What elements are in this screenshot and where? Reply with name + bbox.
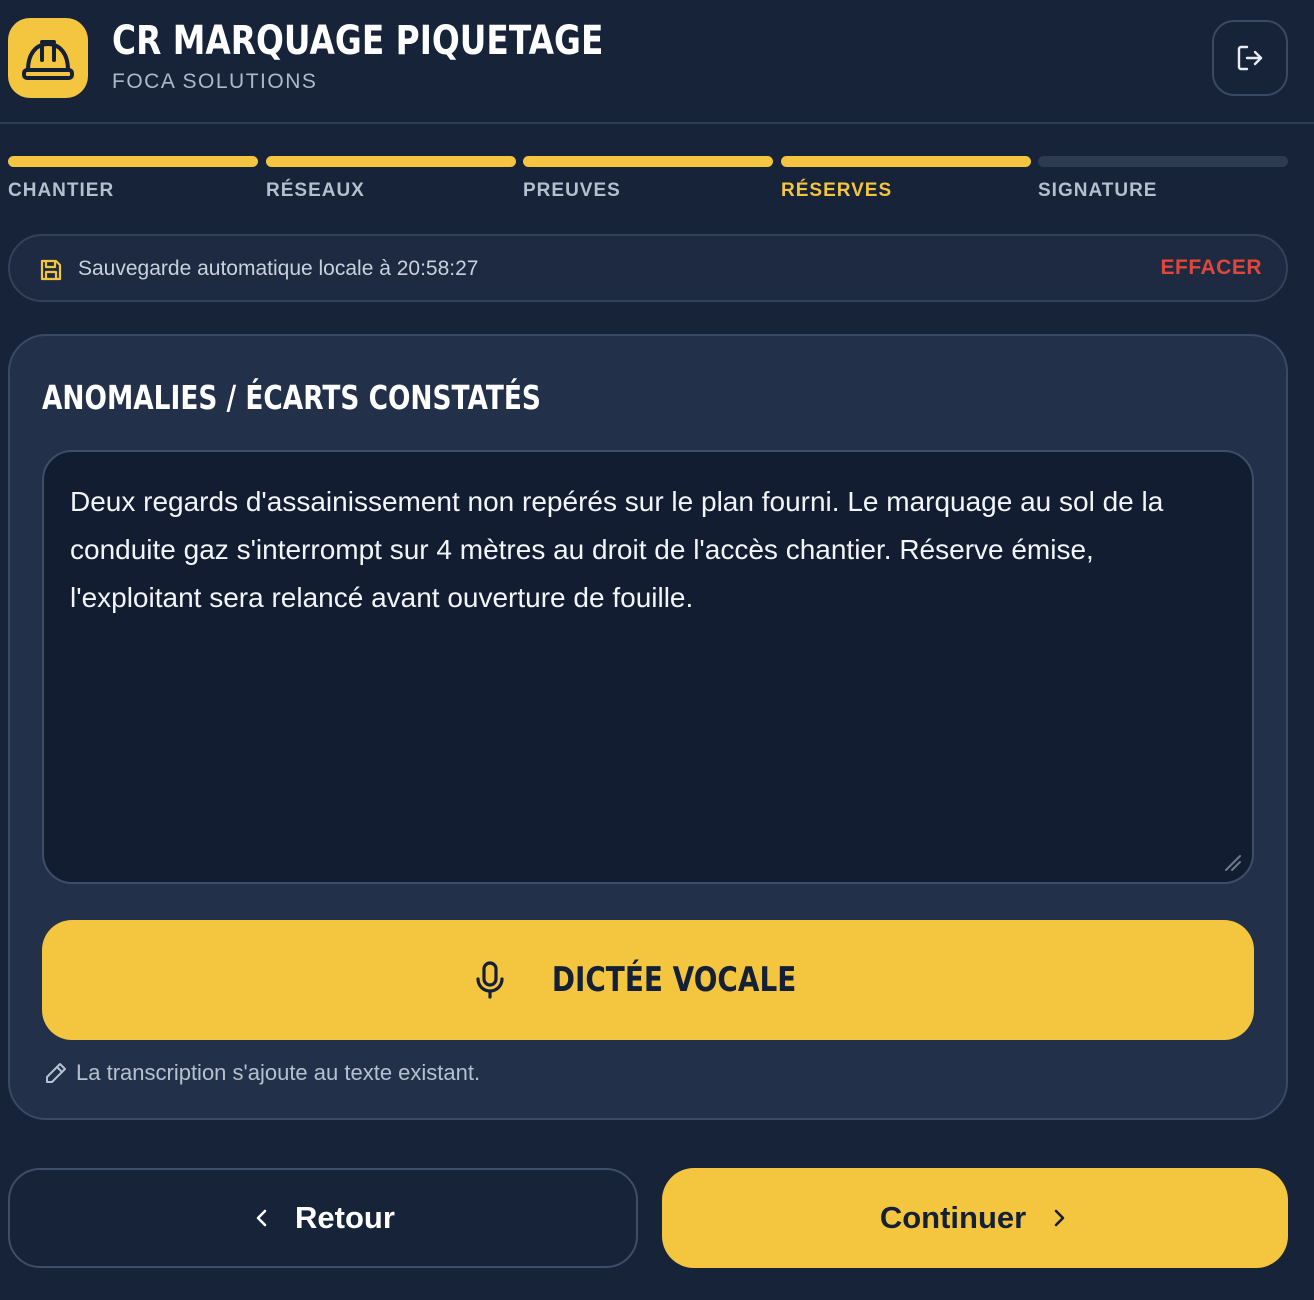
- step-label: CHANTIER: [8, 180, 115, 201]
- continue-button-label: Continuer: [879, 1200, 1027, 1235]
- transcription-hint-text: La transcription s'ajoute au texte exist…: [76, 1060, 481, 1085]
- app-subtitle: FOCA SOLUTIONS: [112, 70, 318, 93]
- section-title: ANOMALIES / ÉCARTS CONSTATÉS: [42, 378, 541, 417]
- app-header: CR MARQUAGE PIQUETAGE FOCA SOLUTIONS: [0, 0, 1314, 124]
- anomalies-textarea[interactable]: Deux regards d'assainissement non repéré…: [42, 450, 1254, 884]
- step-reseaux: RÉSEAUX: [266, 156, 516, 202]
- pencil-icon: [46, 1063, 66, 1083]
- step-label: RÉSERVES: [781, 180, 893, 201]
- autosave-banner: Sauvegarde automatique locale à 20:58:27…: [8, 234, 1288, 302]
- back-button[interactable]: Retour: [8, 1168, 638, 1268]
- step-label: PREUVES: [523, 180, 621, 201]
- app-title: CR MARQUAGE PIQUETAGE: [112, 18, 604, 64]
- anomalies-text[interactable]: Deux regards d'assainissement non repéré…: [70, 478, 1226, 622]
- resize-handle-icon[interactable]: [1222, 852, 1242, 872]
- step-chantier: CHANTIER: [8, 156, 258, 202]
- progress-steps: CHANTIER RÉSEAUX PREUVES RÉSERVES SIGNAT…: [8, 156, 1288, 206]
- app-logo: [8, 18, 88, 98]
- autosave-status: Sauvegarde automatique locale à 20:58:27: [78, 257, 479, 280]
- transcription-hint: La transcription s'ajoute au texte exist…: [44, 1058, 480, 1088]
- voice-dictation-button[interactable]: DICTÉE VOCALE: [42, 920, 1254, 1040]
- logout-button[interactable]: [1212, 20, 1288, 96]
- microphone-icon: [476, 961, 504, 999]
- hard-hat-icon: [22, 40, 74, 80]
- chevron-left-icon: [256, 1209, 267, 1227]
- step-bar: [8, 156, 258, 167]
- anomalies-card: ANOMALIES / ÉCARTS CONSTATÉS Deux regard…: [8, 334, 1288, 1120]
- step-bar: [523, 156, 773, 167]
- voice-dictation-label: DICTÉE VOCALE: [551, 960, 797, 1000]
- chevron-right-icon: [1054, 1209, 1065, 1227]
- step-bar: [781, 156, 1031, 167]
- step-label: RÉSEAUX: [266, 180, 365, 201]
- step-label: SIGNATURE: [1038, 180, 1158, 201]
- step-preuves: PREUVES: [523, 156, 773, 202]
- logout-icon: [1237, 45, 1263, 71]
- save-icon: [40, 259, 62, 281]
- clear-button[interactable]: EFFACER: [1160, 256, 1262, 280]
- step-bar: [266, 156, 516, 167]
- step-signature: SIGNATURE: [1038, 156, 1288, 202]
- continue-button[interactable]: Continuer: [662, 1168, 1288, 1268]
- back-button-label: Retour: [295, 1200, 395, 1235]
- step-reserves: RÉSERVES: [781, 156, 1031, 202]
- step-bar: [1038, 156, 1288, 167]
